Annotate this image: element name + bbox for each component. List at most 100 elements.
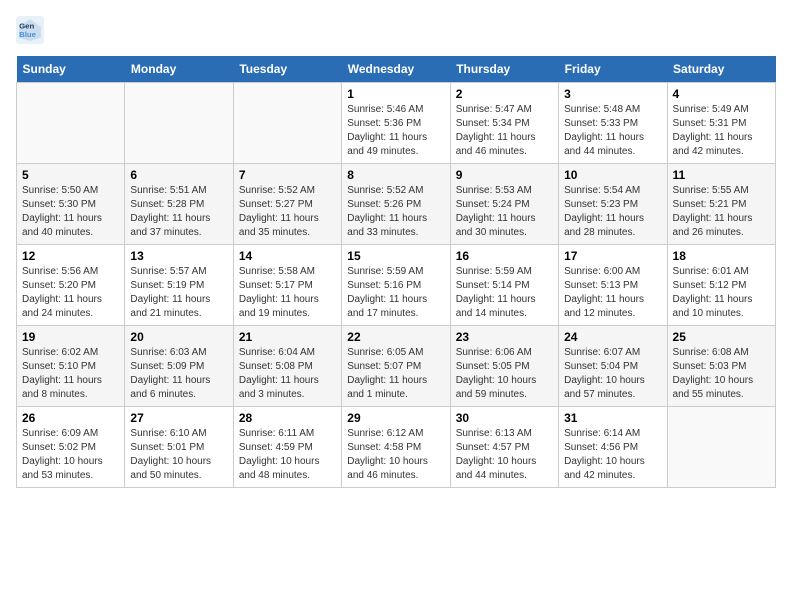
calendar-cell: 8Sunrise: 5:52 AM Sunset: 5:26 PM Daylig…	[342, 164, 450, 245]
day-number: 19	[22, 330, 119, 344]
day-number: 29	[347, 411, 444, 425]
calendar-cell: 25 Sunrise: 6:08 AM Sunset: 5:03 PM Dayli…	[667, 326, 775, 407]
weekday-header-wednesday: Wednesday	[342, 56, 450, 83]
day-info: Sunrise: 5:48 AM Sunset: 5:33 PM Dayligh…	[564, 103, 661, 159]
day-number: 5	[22, 168, 119, 182]
day-info: Sunrise: 5:59 AM Sunset: 5:14 PM Dayligh…	[456, 265, 553, 321]
day-number: 27	[130, 411, 227, 425]
day-number: 21	[239, 330, 336, 344]
calendar-cell: 28 Sunrise: 6:11 AM Sunset: 4:59 PM Dayli…	[233, 407, 341, 488]
day-info: Sunrise: 6:10 AM Sunset: 5:01 PM Dayligh…	[130, 427, 227, 483]
day-info: Sunrise: 6:08 AM Sunset: 5:03 PM Dayligh…	[673, 346, 770, 402]
calendar-cell	[233, 83, 341, 164]
calendar-cell: 3 Sunrise: 5:48 AM Sunset: 5:33 PM Daylig…	[559, 83, 667, 164]
calendar-cell: 17Sunrise: 6:00 AM Sunset: 5:13 PM Dayli…	[559, 245, 667, 326]
calendar-cell: 14Sunrise: 5:58 AM Sunset: 5:17 PM Dayli…	[233, 245, 341, 326]
day-number: 16	[456, 249, 553, 263]
calendar-cell: 21 Sunrise: 6:04 AM Sunset: 5:08 PM Dayli…	[233, 326, 341, 407]
day-info: Sunrise: 6:07 AM Sunset: 5:04 PM Dayligh…	[564, 346, 661, 402]
calendar-week-4: 19 Sunrise: 6:02 AM Sunset: 5:10 PM Dayli…	[17, 326, 776, 407]
calendar-cell: 11Sunrise: 5:55 AM Sunset: 5:21 PM Dayli…	[667, 164, 775, 245]
day-info: Sunrise: 5:53 AM Sunset: 5:24 PM Dayligh…	[456, 184, 553, 240]
weekday-header-tuesday: Tuesday	[233, 56, 341, 83]
day-number: 10	[564, 168, 661, 182]
calendar-cell: 30Sunrise: 6:13 AM Sunset: 4:57 PM Dayli…	[450, 407, 558, 488]
calendar-header: SundayMondayTuesdayWednesdayThursdayFrid…	[17, 56, 776, 83]
day-number: 15	[347, 249, 444, 263]
day-info: Sunrise: 6:05 AM Sunset: 5:07 PM Dayligh…	[347, 346, 444, 402]
page-header: Gen Blue	[16, 16, 776, 44]
calendar-cell	[125, 83, 233, 164]
calendar-cell: 23 Sunrise: 6:06 AM Sunset: 5:05 PM Dayli…	[450, 326, 558, 407]
calendar-cell: 19 Sunrise: 6:02 AM Sunset: 5:10 PM Dayli…	[17, 326, 125, 407]
calendar-cell: 16 Sunrise: 5:59 AM Sunset: 5:14 PM Dayli…	[450, 245, 558, 326]
day-number: 6	[130, 168, 227, 182]
svg-text:Blue: Blue	[19, 30, 37, 39]
day-info: Sunrise: 5:52 AM Sunset: 5:27 PM Dayligh…	[239, 184, 336, 240]
day-number: 12	[22, 249, 119, 263]
day-number: 28	[239, 411, 336, 425]
calendar-table: SundayMondayTuesdayWednesdayThursdayFrid…	[16, 56, 776, 488]
day-info: Sunrise: 5:59 AM Sunset: 5:16 PM Dayligh…	[347, 265, 444, 321]
calendar-cell	[667, 407, 775, 488]
day-number: 7	[239, 168, 336, 182]
day-info: Sunrise: 5:55 AM Sunset: 5:21 PM Dayligh…	[673, 184, 770, 240]
day-number: 3	[564, 87, 661, 101]
day-info: Sunrise: 5:47 AM Sunset: 5:34 PM Dayligh…	[456, 103, 553, 159]
day-number: 25	[673, 330, 770, 344]
day-number: 20	[130, 330, 227, 344]
calendar-cell: 29 Sunrise: 6:12 AM Sunset: 4:58 PM Dayli…	[342, 407, 450, 488]
calendar-cell: 2 Sunrise: 5:47 AM Sunset: 5:34 PM Daylig…	[450, 83, 558, 164]
calendar-cell	[17, 83, 125, 164]
calendar-cell: 24 Sunrise: 6:07 AM Sunset: 5:04 PM Dayli…	[559, 326, 667, 407]
calendar-cell: 27 Sunrise: 6:10 AM Sunset: 5:01 PM Dayli…	[125, 407, 233, 488]
calendar-cell: 31 Sunrise: 6:14 AM Sunset: 4:56 PM Dayli…	[559, 407, 667, 488]
day-info: Sunrise: 6:11 AM Sunset: 4:59 PM Dayligh…	[239, 427, 336, 483]
day-number: 9	[456, 168, 553, 182]
day-number: 23	[456, 330, 553, 344]
day-info: Sunrise: 6:13 AM Sunset: 4:57 PM Dayligh…	[456, 427, 553, 483]
day-number: 8	[347, 168, 444, 182]
day-number: 2	[456, 87, 553, 101]
calendar-week-5: 26Sunrise: 6:09 AM Sunset: 5:02 PM Dayli…	[17, 407, 776, 488]
calendar-cell: 9 Sunrise: 5:53 AM Sunset: 5:24 PM Daylig…	[450, 164, 558, 245]
weekday-header-saturday: Saturday	[667, 56, 775, 83]
logo-icon: Gen Blue	[16, 16, 44, 44]
day-info: Sunrise: 6:02 AM Sunset: 5:10 PM Dayligh…	[22, 346, 119, 402]
calendar-week-1: 1Sunrise: 5:46 AM Sunset: 5:36 PM Daylig…	[17, 83, 776, 164]
day-info: Sunrise: 6:14 AM Sunset: 4:56 PM Dayligh…	[564, 427, 661, 483]
calendar-cell: 13Sunrise: 5:57 AM Sunset: 5:19 PM Dayli…	[125, 245, 233, 326]
day-info: Sunrise: 6:00 AM Sunset: 5:13 PM Dayligh…	[564, 265, 661, 321]
day-number: 18	[673, 249, 770, 263]
day-info: Sunrise: 6:01 AM Sunset: 5:12 PM Dayligh…	[673, 265, 770, 321]
day-info: Sunrise: 6:12 AM Sunset: 4:58 PM Dayligh…	[347, 427, 444, 483]
weekday-header-friday: Friday	[559, 56, 667, 83]
day-number: 31	[564, 411, 661, 425]
day-info: Sunrise: 6:04 AM Sunset: 5:08 PM Dayligh…	[239, 346, 336, 402]
day-number: 1	[347, 87, 444, 101]
day-number: 13	[130, 249, 227, 263]
day-info: Sunrise: 5:50 AM Sunset: 5:30 PM Dayligh…	[22, 184, 119, 240]
day-info: Sunrise: 5:51 AM Sunset: 5:28 PM Dayligh…	[130, 184, 227, 240]
day-info: Sunrise: 5:56 AM Sunset: 5:20 PM Dayligh…	[22, 265, 119, 321]
weekday-header-sunday: Sunday	[17, 56, 125, 83]
calendar-cell: 5 Sunrise: 5:50 AM Sunset: 5:30 PM Daylig…	[17, 164, 125, 245]
svg-text:Gen: Gen	[19, 21, 34, 30]
calendar-cell: 18 Sunrise: 6:01 AM Sunset: 5:12 PM Dayli…	[667, 245, 775, 326]
calendar-cell: 26Sunrise: 6:09 AM Sunset: 5:02 PM Dayli…	[17, 407, 125, 488]
calendar-week-3: 12 Sunrise: 5:56 AM Sunset: 5:20 PM Dayli…	[17, 245, 776, 326]
day-info: Sunrise: 6:09 AM Sunset: 5:02 PM Dayligh…	[22, 427, 119, 483]
weekday-header-monday: Monday	[125, 56, 233, 83]
calendar-cell: 6 Sunrise: 5:51 AM Sunset: 5:28 PM Daylig…	[125, 164, 233, 245]
day-info: Sunrise: 5:58 AM Sunset: 5:17 PM Dayligh…	[239, 265, 336, 321]
weekday-header-thursday: Thursday	[450, 56, 558, 83]
calendar-cell: 4Sunrise: 5:49 AM Sunset: 5:31 PM Daylig…	[667, 83, 775, 164]
day-info: Sunrise: 6:03 AM Sunset: 5:09 PM Dayligh…	[130, 346, 227, 402]
calendar-cell: 10Sunrise: 5:54 AM Sunset: 5:23 PM Dayli…	[559, 164, 667, 245]
day-info: Sunrise: 6:06 AM Sunset: 5:05 PM Dayligh…	[456, 346, 553, 402]
day-info: Sunrise: 5:49 AM Sunset: 5:31 PM Dayligh…	[673, 103, 770, 159]
calendar-cell: 20 Sunrise: 6:03 AM Sunset: 5:09 PM Dayli…	[125, 326, 233, 407]
calendar-cell: 1Sunrise: 5:46 AM Sunset: 5:36 PM Daylig…	[342, 83, 450, 164]
day-number: 24	[564, 330, 661, 344]
day-number: 22	[347, 330, 444, 344]
